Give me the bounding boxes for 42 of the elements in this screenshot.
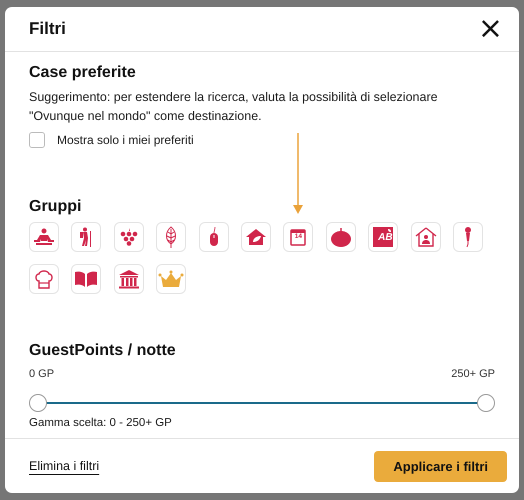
chef-hat-icon	[34, 269, 54, 289]
mouse-icon	[208, 227, 219, 247]
section-heading: Gruppi	[29, 198, 82, 216]
group-button[interactable]	[326, 222, 356, 252]
group-button[interactable]	[114, 264, 144, 294]
house-person-icon	[414, 227, 437, 247]
group-button[interactable]	[71, 264, 102, 294]
group-button[interactable]	[114, 222, 144, 252]
group-button[interactable]	[29, 264, 59, 294]
group-button[interactable]	[198, 222, 229, 252]
section-heading: Case preferite	[29, 64, 137, 82]
grapes-icon	[118, 228, 139, 246]
museum-icon	[118, 269, 140, 289]
slider-thumb[interactable]	[29, 394, 47, 412]
clear-filters-link[interactable]: Elimina i filtri	[29, 459, 100, 473]
section-heading: GuestPoints / notte	[29, 342, 177, 360]
leaf-icon	[164, 226, 178, 248]
organic-logo-icon	[373, 227, 394, 247]
group-button[interactable]	[29, 222, 59, 252]
group-button[interactable]	[410, 222, 441, 252]
calendar-icon	[290, 228, 306, 246]
group-button[interactable]	[71, 222, 102, 252]
apply-filters-button[interactable]: Applicare i filtri	[374, 450, 507, 482]
book-icon	[74, 270, 98, 288]
group-button[interactable]	[452, 222, 483, 252]
crown-icon	[158, 270, 184, 288]
group-button[interactable]: AB	[368, 222, 398, 252]
group-button[interactable]	[156, 222, 186, 252]
group-button[interactable]	[240, 222, 271, 252]
dialog-title: Filtri	[29, 19, 66, 39]
hint-text: Suggerimento: per estendere la ricerca, valuta la possibilità di selezionare "Ovunque nel mondo" come destinazione.	[29, 89, 439, 125]
checkbox-label: Mostra solo i miei preferiti	[57, 133, 194, 147]
min-label: 0 GP	[29, 368, 54, 380]
microphone-icon	[462, 226, 473, 248]
close-button[interactable]: ×	[474, 16, 507, 42]
house-leaf-icon	[244, 228, 267, 246]
favorites-checkbox[interactable]	[29, 132, 45, 148]
tomato-icon	[330, 227, 352, 247]
slider-thumb[interactable]	[477, 394, 495, 412]
meditation-icon	[34, 228, 54, 246]
range-text: Gamma scelta: 0 - 250+ GP	[29, 417, 173, 429]
max-label: 250+ GP	[451, 368, 495, 380]
